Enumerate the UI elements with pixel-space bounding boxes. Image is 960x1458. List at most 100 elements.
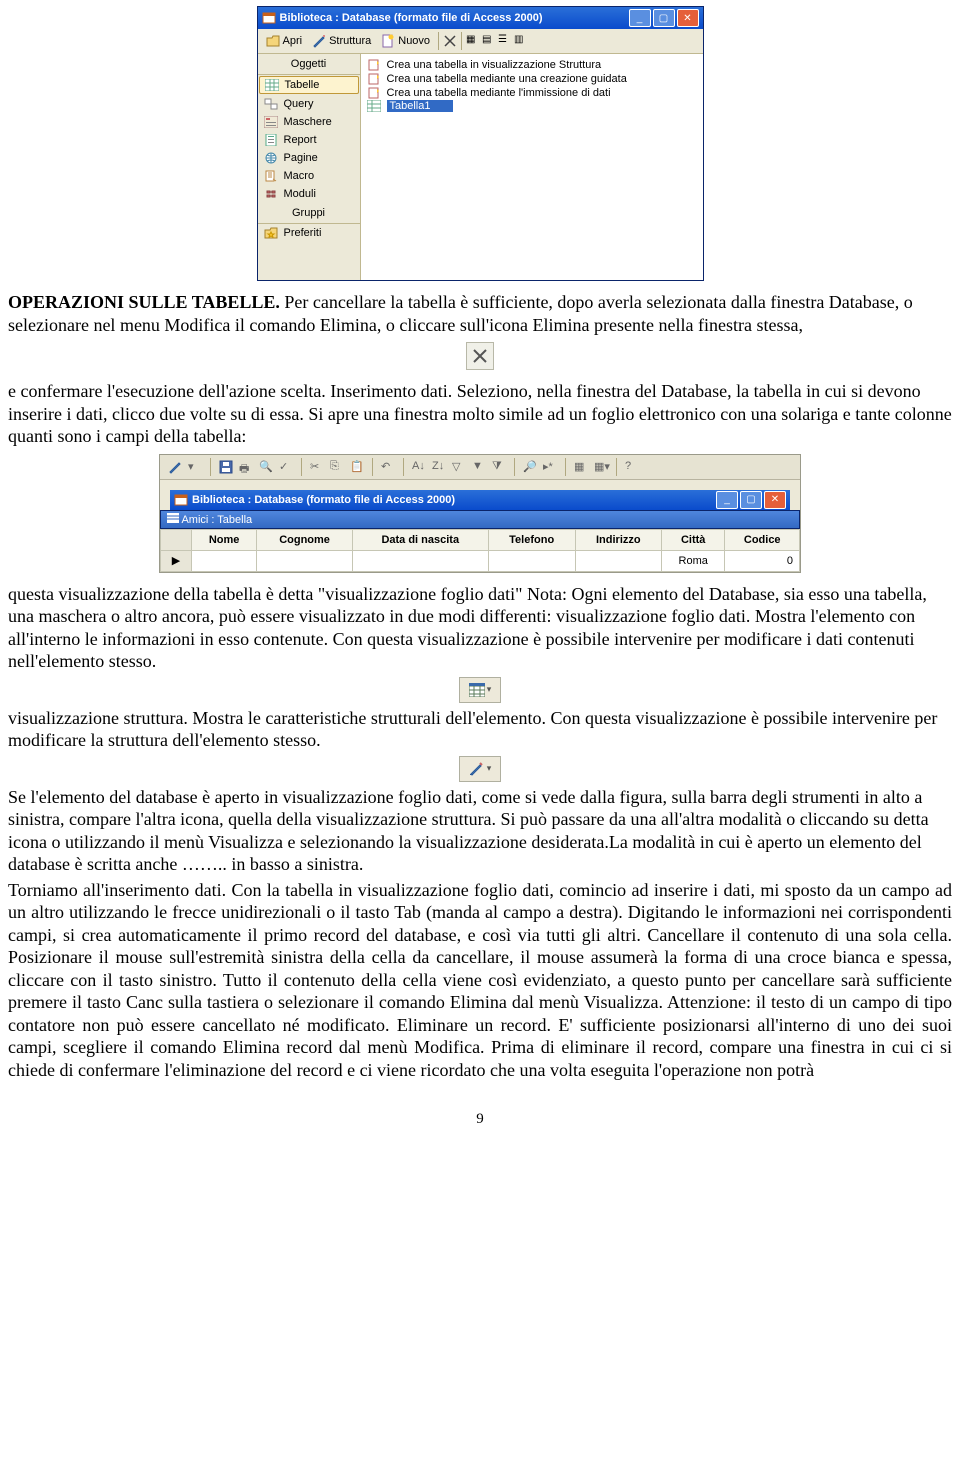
- separator: [565, 458, 566, 476]
- sidebar-item-tabelle[interactable]: Tabelle: [259, 76, 359, 94]
- data-grid[interactable]: Nome Cognome Data di nascita Telefono In…: [160, 529, 800, 572]
- create-design-view[interactable]: Crea una tabella in visualizzazione Stru…: [367, 58, 697, 72]
- design-view-icon[interactable]: [168, 460, 182, 474]
- close-button[interactable]: ✕: [677, 9, 699, 27]
- col-codice[interactable]: Codice: [725, 529, 800, 550]
- view-large-icon[interactable]: ▦: [466, 34, 480, 48]
- sidebar-item-moduli[interactable]: Moduli: [258, 185, 360, 203]
- module-icon: [264, 188, 278, 200]
- window-title: Biblioteca : Database (formato file di A…: [280, 12, 543, 24]
- sort-desc-icon[interactable]: Z↓: [432, 460, 446, 474]
- sheet-toolbar: ▾ 🖶 🔍 ✓ ✂ ⎘ 📋 ↶ A↓ Z↓ ▽ ▼ ⧩ 🔎 ▸* ▦ ▦▾ ?: [160, 455, 800, 480]
- new-icon: [381, 34, 395, 48]
- macro-icon: [264, 170, 278, 182]
- separator: [438, 32, 439, 50]
- sidebar-item-query[interactable]: Query: [258, 95, 360, 113]
- view-detail-icon[interactable]: ▥: [514, 34, 528, 48]
- design-view-icon: ▾: [459, 756, 501, 782]
- col-indirizzo[interactable]: Indirizzo: [575, 529, 661, 550]
- db-window-icon[interactable]: ▦: [574, 460, 588, 474]
- db-toolbar: Apri Struttura Nuovo ▦ ▤ ☰ ▥: [258, 29, 703, 54]
- help-icon[interactable]: ?: [625, 460, 639, 474]
- view-small-icon[interactable]: ▤: [482, 34, 496, 48]
- maximize-button[interactable]: ▢: [653, 9, 675, 27]
- spell-icon[interactable]: ✓: [279, 460, 293, 474]
- form-icon: [264, 116, 278, 128]
- minimize-button[interactable]: _: [629, 9, 651, 27]
- page-number: 9: [8, 1111, 952, 1128]
- paste-icon[interactable]: 📋: [350, 460, 364, 474]
- col-citta[interactable]: Città: [661, 529, 724, 550]
- col-data[interactable]: Data di nascita: [352, 529, 488, 550]
- cell-codice[interactable]: 0: [725, 550, 800, 571]
- main-row-label: Crea una tabella in visualizzazione Stru…: [387, 59, 602, 71]
- sidebar-label: Query: [284, 98, 314, 110]
- titlebar[interactable]: Biblioteca : Database (formato file di A…: [258, 7, 703, 29]
- sort-asc-icon[interactable]: A↓: [412, 460, 426, 474]
- app-icon: [174, 493, 188, 507]
- design-icon: [312, 34, 326, 48]
- save-icon[interactable]: [219, 460, 233, 474]
- separator: [372, 458, 373, 476]
- table-icon: [167, 513, 179, 526]
- sidebar-item-macro[interactable]: Macro: [258, 167, 360, 185]
- create-wizard[interactable]: Crea una tabella mediante una creazione …: [367, 72, 697, 86]
- cut-icon[interactable]: ✂: [310, 460, 324, 474]
- para-vis-foglio: questa visualizzazione della tabella è d…: [8, 583, 952, 673]
- sidebar-item-preferiti[interactable]: Preferiti: [258, 224, 360, 242]
- funnel-icon[interactable]: ⧩: [492, 460, 506, 474]
- table-tabella1[interactable]: Tabella1: [387, 100, 453, 112]
- col-cognome[interactable]: Cognome: [257, 529, 353, 550]
- table-title: Amici : Tabella: [181, 514, 252, 526]
- maximize-button[interactable]: ▢: [740, 491, 762, 509]
- col-telefono[interactable]: Telefono: [488, 529, 575, 550]
- new-obj-icon[interactable]: ▦▾: [594, 460, 608, 474]
- datasheet-screenshot: ▾ 🖶 🔍 ✓ ✂ ⎘ 📋 ↶ A↓ Z↓ ▽ ▼ ⧩ 🔎 ▸* ▦ ▦▾ ? …: [159, 454, 801, 573]
- separator: [616, 458, 617, 476]
- toolbar-apri[interactable]: Apri: [262, 34, 307, 48]
- app-icon: [262, 11, 276, 25]
- table-title-bar[interactable]: Amici : Tabella: [160, 510, 800, 529]
- close-button[interactable]: ✕: [764, 491, 786, 509]
- row-selector[interactable]: ▶: [161, 550, 192, 571]
- create-entry[interactable]: Crea una tabella mediante l'immissione d…: [367, 86, 697, 100]
- filter-icon[interactable]: ▽: [452, 460, 466, 474]
- table-icon: [367, 100, 381, 112]
- cell-telefono[interactable]: [488, 550, 575, 571]
- sidebar-item-maschere[interactable]: Maschere: [258, 113, 360, 131]
- dropdown-icon[interactable]: ▾: [188, 460, 202, 474]
- sidebar-label: Macro: [284, 170, 315, 182]
- inner-titlebar[interactable]: Biblioteca : Database (formato file di A…: [170, 490, 790, 510]
- cell-data[interactable]: [352, 550, 488, 571]
- cell-nome[interactable]: [192, 550, 257, 571]
- minimize-button[interactable]: _: [716, 491, 738, 509]
- cell-cognome[interactable]: [257, 550, 353, 571]
- data-row[interactable]: ▶ Roma 0: [161, 550, 800, 571]
- view-list-icon[interactable]: ☰: [498, 34, 512, 48]
- undo-icon[interactable]: ↶: [381, 460, 395, 474]
- main-row-label: Tabella1: [390, 100, 431, 112]
- cell-indirizzo[interactable]: [575, 550, 661, 571]
- cell-citta[interactable]: Roma: [661, 550, 724, 571]
- toolbar-nuovo[interactable]: Nuovo: [377, 34, 434, 48]
- separator: [514, 458, 515, 476]
- query-icon: [264, 98, 278, 110]
- sidebar-item-report[interactable]: Report: [258, 131, 360, 149]
- toolbar-struttura[interactable]: Struttura: [308, 34, 375, 48]
- search-icon[interactable]: 🔍: [259, 460, 273, 474]
- report-icon: [264, 134, 278, 146]
- sidebar-header-gruppi[interactable]: Gruppi: [258, 203, 360, 224]
- new-rec-icon[interactable]: ▸*: [543, 460, 557, 474]
- filter2-icon[interactable]: ▼: [472, 460, 486, 474]
- sidebar-label: Preferiti: [284, 227, 322, 239]
- print-icon[interactable]: 🖶: [239, 460, 253, 474]
- col-nome[interactable]: Nome: [192, 529, 257, 550]
- copy-icon[interactable]: ⎘: [330, 460, 344, 474]
- sidebar-header-oggetti[interactable]: Oggetti: [258, 54, 360, 75]
- find-icon[interactable]: 🔎: [523, 460, 537, 474]
- wizard-icon: [367, 87, 381, 99]
- delete-icon[interactable]: [443, 34, 457, 48]
- datasheet-view-icon: ▾: [459, 677, 501, 703]
- sidebar-item-pagine[interactable]: Pagine: [258, 149, 360, 167]
- row-selector-head[interactable]: [161, 529, 192, 550]
